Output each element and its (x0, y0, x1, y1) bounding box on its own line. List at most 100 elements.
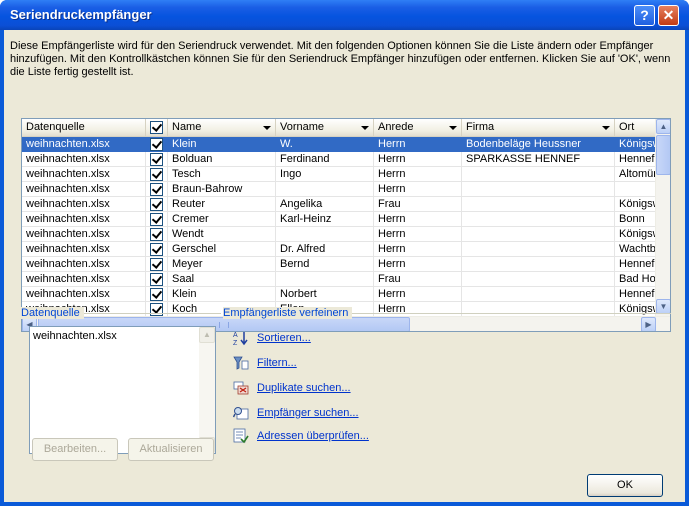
datasource-group-label: Datenquelle (21, 307, 84, 319)
cell-datenquelle: weihnachten.xlsx (22, 287, 146, 302)
mail-merge-recipients-dialog: Seriendruckempfänger ? ✕ Diese Empfänger… (0, 0, 689, 506)
column-header-anrede[interactable]: Anrede (374, 119, 462, 137)
cell-anrede: Herrn (374, 302, 462, 317)
table-row[interactable]: weihnachten.xlsx Cremer Karl-Heinz Herrn Bon… (22, 212, 665, 227)
recipient-checkbox[interactable] (150, 228, 163, 241)
table-row[interactable]: weihnachten.xlsx Bolduan Ferdinand Herrn SPA… (22, 152, 665, 167)
cell-anrede: Frau (374, 197, 462, 212)
scroll-right-button[interactable]: ▶ (641, 317, 656, 331)
column-header-name[interactable]: Name (168, 119, 276, 137)
recipient-checkbox[interactable] (150, 258, 163, 271)
svg-text:Z: Z (233, 340, 238, 346)
cell-vorname: Ferdinand (276, 152, 374, 167)
svg-text:A: A (233, 332, 238, 339)
cell-vorname: Ingo (276, 167, 374, 182)
recipient-checkbox[interactable] (150, 273, 163, 286)
cell-vorname (276, 182, 374, 197)
scroll-up-button[interactable]: ▲ (199, 327, 215, 343)
cell-vorname: Norbert (276, 287, 374, 302)
table-row[interactable]: weihnachten.xlsxTeschIngoHerrnAltomünste… (22, 167, 665, 182)
help-button[interactable]: ? (634, 5, 655, 26)
cell-datenquelle: weihnachten.xlsx (22, 212, 146, 227)
cell-name: Reuter (168, 197, 276, 212)
table-row[interactable]: weihnachten.xlsx Klein Norbert Herrn Hennef (22, 287, 665, 302)
cell-anrede: Herrn (374, 167, 462, 182)
cell-datenquelle: weihnachten.xlsx (22, 182, 146, 197)
dropdown-arrow-icon[interactable] (263, 126, 271, 130)
recipient-list[interactable]: Datenquelle Name Vorname Anrede Firma Or… (21, 118, 671, 332)
scroll-thumb[interactable] (656, 135, 670, 175)
datasource-item[interactable]: weihnachten.xlsx (33, 330, 117, 342)
window-title: Seriendruckempfänger (10, 7, 152, 22)
cell-firma (462, 302, 615, 317)
table-row[interactable]: weihnachten.xlsxSaalFrauBad Honnef (22, 272, 665, 287)
recipient-checkbox[interactable] (150, 198, 163, 211)
column-header-label: Vorname (280, 121, 325, 133)
filter-link-label[interactable]: Filtern... (257, 357, 297, 369)
scroll-down-button[interactable]: ▼ (656, 299, 670, 314)
column-header-checkbox[interactable] (146, 119, 168, 137)
column-header-datenquelle[interactable]: Datenquelle (22, 119, 146, 137)
chevron-right-icon: ▶ (645, 320, 652, 329)
select-all-checkbox[interactable] (150, 121, 163, 134)
recipient-checkbox[interactable] (150, 288, 163, 301)
column-header-firma[interactable]: Firma (462, 119, 615, 137)
refresh-button[interactable]: Aktualisieren (128, 438, 214, 461)
find-recipient-link-label[interactable]: Empfänger suchen... (257, 407, 359, 419)
cell-vorname: Karl-Heinz (276, 212, 374, 227)
datasource-list[interactable]: weihnachten.xlsx ▲ ▼ (29, 326, 216, 454)
scroll-up-button[interactable]: ▲ (656, 119, 670, 134)
cell-name: Saal (168, 272, 276, 287)
cell-firma (462, 242, 615, 257)
dropdown-arrow-icon[interactable] (361, 126, 369, 130)
column-header-vorname[interactable]: Vorname (276, 119, 374, 137)
ok-button[interactable]: OK (587, 474, 663, 497)
cell-vorname: Bernd (276, 257, 374, 272)
recipient-checkbox[interactable] (150, 153, 163, 166)
cell-anrede: Herrn (374, 287, 462, 302)
table-row[interactable]: weihnachten.xlsxWendtHerrnKönigswinter (22, 227, 665, 242)
cell-firma (462, 212, 615, 227)
cell-datenquelle: weihnachten.xlsx (22, 197, 146, 212)
dropdown-arrow-icon[interactable] (602, 126, 610, 130)
column-header-label: Datenquelle (26, 121, 85, 133)
datasource-scrollbar[interactable]: ▲ ▼ (199, 327, 215, 453)
cell-firma (462, 182, 615, 197)
sort-link-label[interactable]: Sortieren... (257, 332, 311, 344)
cell-anrede: Frau (374, 272, 462, 287)
cell-anrede: Herrn (374, 242, 462, 257)
cell-vorname: Angelika (276, 197, 374, 212)
edit-button[interactable]: Bearbeiten... (32, 438, 118, 461)
recipient-checkbox[interactable] (150, 183, 163, 196)
title-bar[interactable]: Seriendruckempfänger ? ✕ (0, 0, 689, 30)
cell-vorname (276, 227, 374, 242)
table-row[interactable]: weihnachten.xlsx Gerschel Dr. Alfred Herrn W… (22, 242, 665, 257)
cell-datenquelle: weihnachten.xlsx (22, 137, 146, 152)
cell-firma (462, 227, 615, 242)
column-header-label: Firma (466, 121, 495, 133)
recipient-checkbox[interactable] (150, 243, 163, 256)
question-mark-icon: ? (640, 7, 649, 23)
vertical-scrollbar[interactable]: ▲ ▼ (655, 119, 670, 316)
table-row[interactable]: weihnachten.xlsx Braun-Bahrow Herrn (22, 182, 665, 197)
dropdown-arrow-icon[interactable] (449, 126, 457, 130)
table-row[interactable]: weihnachten.xlsx Meyer Bernd Herrn Hennef (22, 257, 665, 272)
description-text: Diese Empfängerliste wird für den Serien… (10, 40, 671, 78)
recipient-checkbox[interactable] (150, 213, 163, 226)
recipient-checkbox[interactable] (150, 138, 163, 151)
recipient-checkbox[interactable] (150, 168, 163, 181)
duplicates-icon (233, 381, 249, 395)
cell-datenquelle: weihnachten.xlsx (22, 257, 146, 272)
validate-addresses-link-label[interactable]: Adressen überprüfen... (257, 430, 369, 442)
cell-name: Wendt (168, 227, 276, 242)
table-row[interactable]: weihnachten.xlsx Reuter Angelika Frau Königs… (22, 197, 665, 212)
table-row[interactable]: weihnachten.xlsx Klein W. Herrn Bodenbeläge … (22, 137, 665, 152)
cell-firma (462, 257, 615, 272)
cell-vorname (276, 272, 374, 287)
find-duplicates-link-label[interactable]: Duplikate suchen... (257, 382, 351, 394)
recipient-checkbox[interactable] (150, 303, 163, 316)
cell-name: Cremer (168, 212, 276, 227)
cell-name: Meyer (168, 257, 276, 272)
cell-firma (462, 287, 615, 302)
close-button[interactable]: ✕ (658, 5, 679, 26)
